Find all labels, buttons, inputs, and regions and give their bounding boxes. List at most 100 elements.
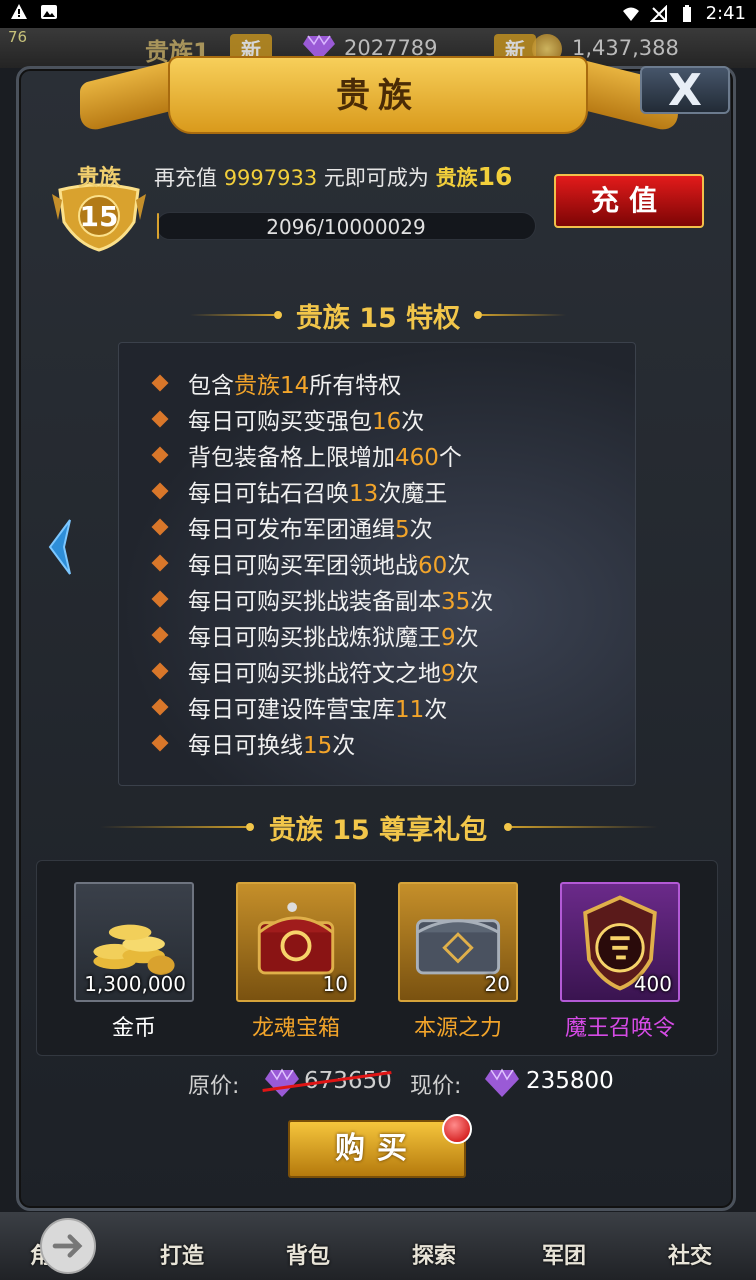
vip-progress-bar: 2096/10000029 (156, 212, 536, 240)
bottom-nav (0, 1212, 756, 1280)
privilege-hl: 60 (418, 553, 448, 579)
original-price-label: 原价: (188, 1074, 240, 1099)
privilege-item: 每日可购买挑战符文之地9次 (188, 654, 479, 688)
privilege-item: 每日可发布军团通缉5次 (188, 510, 433, 544)
next-title: 贵族 (435, 166, 478, 190)
status-bar: 2:41 (0, 0, 756, 28)
privilege-pre: 每日可购买挑战装备副本 (188, 589, 441, 615)
privilege-hl: 13 (349, 481, 379, 507)
section-divider (482, 314, 566, 316)
privilege-hl: 35 (441, 589, 471, 615)
current-price: 235800 (526, 1068, 614, 1094)
gift-name-gold: 金币 (111, 1016, 156, 1041)
progress-text: 2096/10000029 (266, 215, 426, 239)
privilege-hl: 9 (441, 625, 456, 651)
privilege-pre: 每日可换线 (188, 733, 303, 759)
signal-off-icon (649, 4, 667, 22)
recharge-middle: 元即可成为 (317, 166, 436, 190)
privilege-pre: 每日可发布军团通缉 (188, 517, 395, 543)
privilege-item: 每日可建设阵营宝库11次 (188, 690, 447, 724)
privilege-item: 每日可购买挑战装备副本35次 (188, 582, 493, 616)
privilege-hl: 16 (372, 409, 402, 435)
privilege-post: 次 (447, 553, 471, 579)
close-icon: X (668, 65, 702, 116)
privilege-post: 次 (401, 409, 425, 435)
privilege-post: 次 (455, 661, 479, 687)
privilege-item: 每日可购买变强包16次 (188, 402, 424, 436)
noble-level: 15 (79, 200, 119, 233)
recharge-prefix: 再充值 (154, 166, 224, 190)
privilege-hl: 11 (395, 697, 425, 723)
nav-item-social[interactable]: 社交 (668, 1238, 712, 1270)
gift-item-origin-power[interactable]: 20 (398, 882, 518, 1002)
gift-qty: 20 (484, 972, 510, 996)
privilege-hl: 贵族14 (234, 373, 310, 399)
privilege-item: 每日可换线15次 (188, 726, 355, 760)
privilege-item: 每日可钻石召唤13次魔王 (188, 474, 447, 508)
privilege-post: 次 (424, 697, 448, 723)
privilege-pre: 每日可购买挑战炼狱魔王 (188, 625, 441, 651)
nav-item-forge[interactable]: 打造 (160, 1238, 204, 1270)
nav-item-bag[interactable]: 背包 (286, 1238, 330, 1270)
nav-item-legion[interactable]: 军团 (542, 1238, 586, 1270)
section-dot (474, 311, 482, 319)
fps-counter: 76 (8, 28, 28, 46)
privilege-item: 包含贵族14所有特权 (188, 366, 401, 400)
clock: 2:41 (705, 3, 746, 24)
gift-name-origin-power: 本源之力 (413, 1016, 502, 1041)
section-divider (512, 826, 658, 828)
diamond-icon (265, 1068, 299, 1097)
gift-name-summon-token: 魔王召唤令 (564, 1016, 675, 1041)
dialog-title: 贵族 (336, 76, 420, 116)
arrow-right-icon (52, 1234, 83, 1258)
privilege-item: 背包装备格上限增加460个 (188, 438, 462, 472)
recharge-hint: 再充值 9997933 元即可成为 贵族16 (154, 162, 512, 192)
privilege-hl: 460 (395, 445, 439, 471)
gift-qty: 10 (322, 972, 348, 996)
recharge-button[interactable]: 充值 (554, 174, 704, 228)
privilege-post: 所有特权 (309, 373, 402, 399)
privilege-pre: 每日可购买变强包 (188, 409, 372, 435)
privilege-pre: 每日可购买军团领地战 (188, 553, 418, 579)
privilege-pre: 背包装备格上限增加 (188, 445, 395, 471)
gift-item-gold[interactable]: 1,300,000 (74, 882, 194, 1002)
privilege-post: 次 (455, 625, 479, 651)
privilege-item: 每日可购买军团领地战60次 (188, 546, 470, 580)
gift-qty: 1,300,000 (84, 972, 186, 996)
section-dot (504, 823, 512, 831)
privilege-pre: 每日可钻石召唤 (188, 481, 349, 507)
privilege-post: 次 (409, 517, 433, 543)
gift-item-summon-token[interactable]: 400 (560, 882, 680, 1002)
privilege-post: 次 (470, 589, 494, 615)
gift-item-dragon-chest[interactable]: 10 (236, 882, 356, 1002)
noble-badge-label: 贵族 (76, 166, 121, 191)
privilege-hl: 15 (303, 733, 333, 759)
battery-icon (682, 4, 691, 22)
buy-button[interactable]: 购买 (288, 1120, 466, 1178)
privilege-pre: 每日可建设阵营宝库 (188, 697, 395, 723)
privilege-item: 每日可购买挑战炼狱魔王9次 (188, 618, 479, 652)
privilege-post: 个 (438, 445, 462, 471)
next-level: 16 (477, 162, 513, 191)
hud-gold-amount: 1,437,388 (572, 36, 679, 60)
notification-dot (442, 1114, 472, 1144)
privilege-post: 次 (332, 733, 356, 759)
privilege-post: 次魔王 (378, 481, 448, 507)
privilege-pre: 包含 (188, 373, 234, 399)
image-icon (41, 5, 57, 19)
chevron-left-icon[interactable] (46, 518, 74, 576)
recharge-amount: 9997933 (223, 166, 318, 190)
diamond-icon (485, 1068, 519, 1097)
wifi-icon (622, 7, 639, 21)
warning-icon (11, 4, 27, 19)
privilege-hl: 5 (395, 517, 410, 543)
gift-qty: 400 (633, 972, 672, 996)
privilege-hl: 9 (441, 661, 456, 687)
close-button[interactable]: X (640, 66, 730, 114)
current-price-label: 现价: (410, 1074, 462, 1099)
privilege-pre: 每日可购买挑战符文之地 (188, 661, 441, 687)
nav-item-explore[interactable]: 探索 (412, 1238, 456, 1270)
gift-name-dragon-chest: 龙魂宝箱 (251, 1016, 340, 1041)
arrow-button[interactable] (40, 1218, 96, 1274)
privilege-title: 贵族 15 特权 (295, 303, 461, 334)
